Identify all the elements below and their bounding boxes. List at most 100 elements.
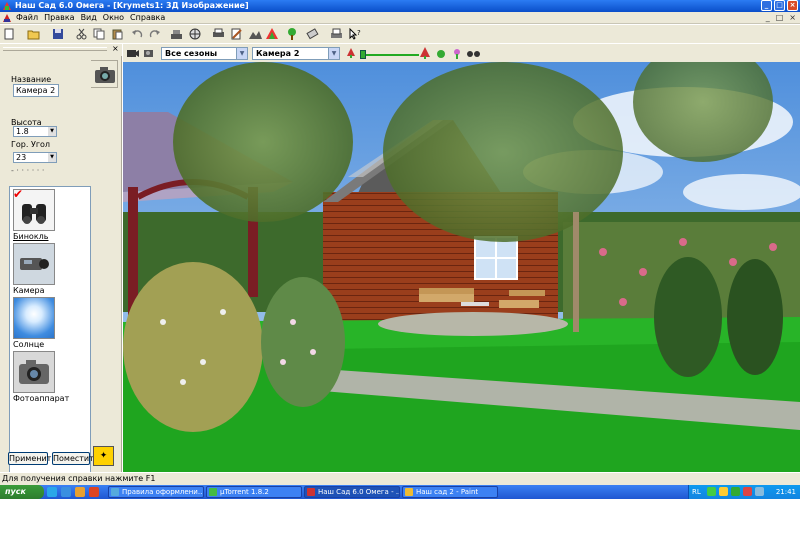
language-indicator[interactable]: RL [692,485,701,499]
garden-scene [123,62,800,472]
binoculars-tool-icon[interactable] [467,47,480,59]
layers-icon[interactable] [170,28,183,40]
close-button[interactable]: × [787,0,798,11]
tree-large-icon[interactable] [419,47,432,59]
apply-button[interactable]: Применить [8,452,56,465]
undo-icon[interactable] [131,28,144,40]
camera-settings-icon[interactable] [143,47,156,59]
height-value: 1.8 [16,127,29,136]
system-tray: RL 21:41 [688,485,800,499]
redo-icon[interactable] [148,28,161,40]
list-item-camera[interactable]: Камера [13,243,83,296]
tree-tool-icon[interactable] [286,28,299,40]
shrub-icon[interactable] [435,47,448,59]
list-item-binoculars[interactable]: ✔ Бинокль [13,187,83,242]
minimize-button[interactable]: _ [761,0,772,11]
opera-icon[interactable] [89,487,99,497]
mdi-close-button[interactable]: × [789,13,796,23]
new-document-icon[interactable] [3,28,16,40]
garden-app-icon [307,488,315,496]
list-item-photo-camera[interactable]: Фотоаппарат [13,351,83,404]
paste-icon[interactable] [111,28,124,40]
tray-display-icon[interactable] [755,487,764,496]
menu-edit[interactable]: Правка [44,13,74,23]
growth-slider-thumb[interactable] [360,50,366,59]
status-bar: Для получения справки нажмите F1 [0,472,800,485]
status-text: Для получения справки нажмите F1 [2,474,156,483]
flower-icon[interactable] [451,47,464,59]
tray-volume-icon[interactable] [719,487,728,496]
3d-viewport[interactable] [123,62,800,472]
panel-close-icon[interactable]: × [112,44,119,54]
tree-small-icon[interactable] [345,47,358,59]
paint-icon [405,488,413,496]
height-select[interactable]: 1.8 ▼ [13,126,57,137]
angle-label: Гор. Угол [11,140,51,149]
menu-help[interactable]: Справка [130,13,165,23]
maximize-button[interactable]: □ [774,0,785,11]
save-icon[interactable] [52,28,65,40]
svg-text:?: ? [357,29,361,37]
eraser-icon[interactable] [306,28,319,40]
menu-view[interactable]: Вид [81,13,97,23]
angle-select[interactable]: 23 ▼ [13,152,57,163]
menu-bar: Файл Правка Вид Окно Справка _ □ × [0,12,800,24]
window-title: Наш Сад 6.0 Омега - [Krymets1: 3Д Изобра… [15,1,249,10]
list-item-label: Фотоаппарат [13,394,70,403]
panel-grip[interactable] [3,47,107,51]
3d-view-icon[interactable] [266,28,279,40]
ie-icon[interactable] [61,487,71,497]
place-button[interactable]: Поместить [52,452,99,465]
chevron-down-icon: ▼ [48,153,56,162]
terrain-icon[interactable] [249,28,262,40]
growth-slider-track[interactable] [361,54,419,56]
photo-camera-icon [13,351,55,393]
media-icon[interactable] [75,487,85,497]
print-icon[interactable] [212,28,225,40]
printer-icon[interactable] [330,28,343,40]
menu-file[interactable]: Файл [16,13,38,23]
copy-icon[interactable] [93,28,106,40]
tray-utorrent-icon[interactable] [731,487,740,496]
task-garden[interactable]: Наш Сад 6.0 Омега - ... [304,486,400,498]
utorrent-icon [209,488,217,496]
list-item-sun[interactable]: Солнце [13,297,83,350]
start-button[interactable]: пуск [0,485,44,499]
camera-panel: Название Камера 2 Высота 1.8 ▼ Гор. Угол… [0,56,122,492]
help-pointer-icon[interactable]: ? [349,28,362,40]
app-icon [3,2,11,10]
camera-select[interactable]: Камера 2 ▼ [252,47,340,60]
tray-antivirus-icon[interactable] [743,487,752,496]
document-icon[interactable] [2,13,12,23]
panel-header: × [0,44,122,56]
list-item-label: Камера [13,286,45,295]
mdi-minimize-button[interactable]: _ [766,13,770,23]
toolbar: ? [0,25,800,43]
chevron-down-icon: ▼ [48,127,56,136]
name-input[interactable]: Камера 2 [13,84,59,97]
camera-icon [95,67,115,83]
wizard-icon[interactable]: ✦ [93,446,114,466]
video-camera-icon [13,243,55,285]
season-select[interactable]: Все сезоны ▼ [161,47,248,60]
show-desktop-icon[interactable] [47,487,57,497]
task-paint[interactable]: Наш сад 2 - Paint [402,486,498,498]
browser-icon [111,488,119,496]
edit-icon[interactable] [230,28,243,40]
compass-icon[interactable] [189,28,202,40]
task-rules[interactable]: Правила оформлени... [108,486,204,498]
menu-window[interactable]: Окно [103,13,124,23]
list-item-label: Солнце [13,340,45,349]
clock: 21:41 [775,488,796,496]
camera-view-icon[interactable] [126,47,139,59]
season-value: Все сезоны [165,49,218,58]
task-label: Правила оформлени... [122,488,204,496]
camera-tab[interactable] [91,60,118,88]
slider-ticks: ‐ · · · · · · [11,166,45,175]
task-label: µTorrent 1.8.2 [220,488,269,496]
open-folder-icon[interactable] [27,28,40,40]
task-utorrent[interactable]: µTorrent 1.8.2 [206,486,302,498]
tray-network-icon[interactable] [707,487,716,496]
cut-icon[interactable] [75,28,88,40]
mdi-restore-button[interactable]: □ [776,13,784,23]
